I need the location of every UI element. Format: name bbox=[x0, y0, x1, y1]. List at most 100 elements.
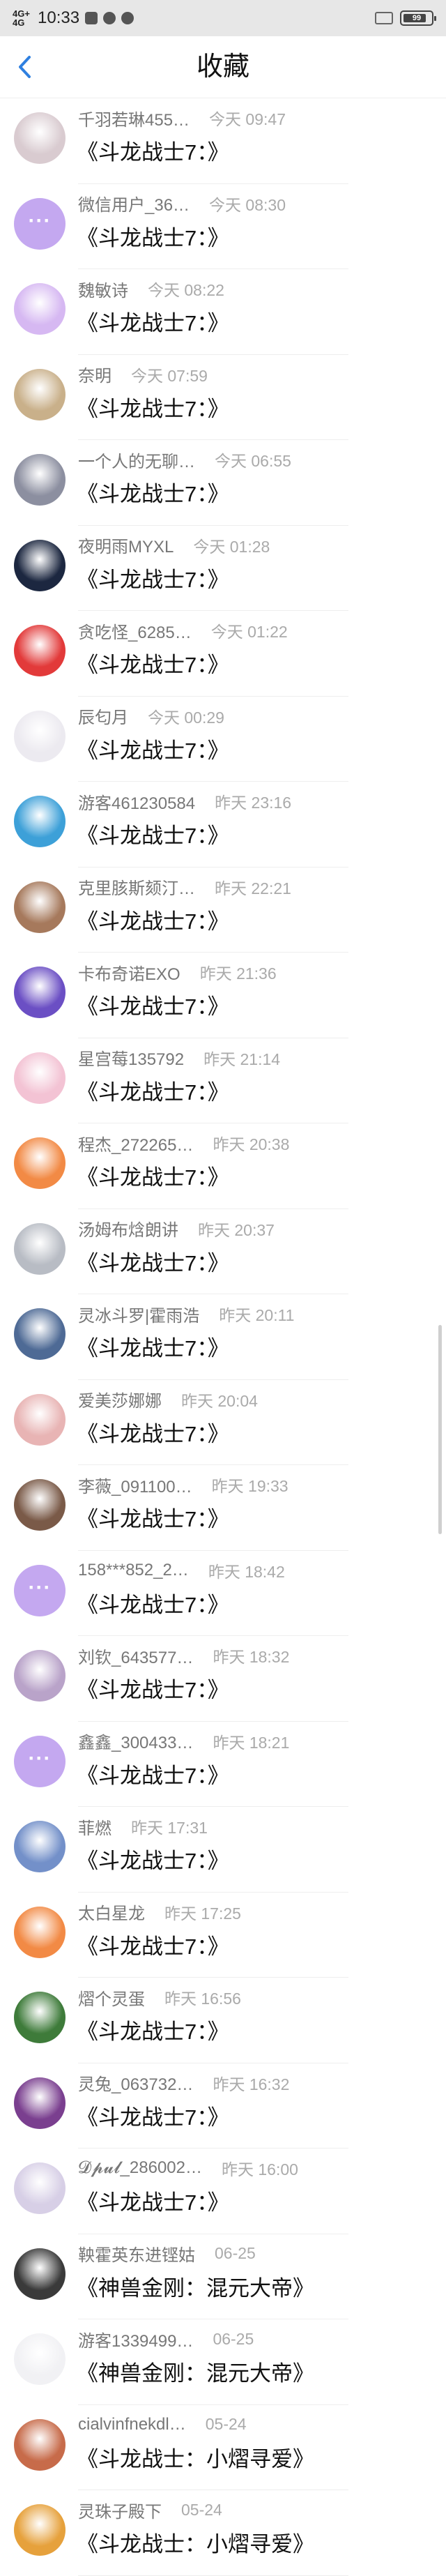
list-item[interactable]: 𝓓𝓹𝓾𝓵_286002… 昨天 16:00 《斗龙战士7：》 bbox=[0, 2149, 446, 2234]
favorite-title: 《斗龙战士7：》 bbox=[77, 482, 229, 506]
avatar[interactable] bbox=[14, 2504, 66, 2556]
favorite-title: 《斗龙战士7：》 bbox=[77, 1079, 229, 1105]
scrollbar[interactable] bbox=[438, 1325, 442, 1534]
list-item[interactable]: 汤姆布焓朗讲 昨天 20:37 《斗龙战士7：》 bbox=[0, 1209, 446, 1294]
avatar[interactable] bbox=[14, 454, 66, 506]
avatar[interactable] bbox=[14, 2162, 66, 2214]
chat-bubble-icon: ··· bbox=[28, 1746, 52, 1770]
avatar[interactable] bbox=[14, 625, 66, 676]
timestamp: 06-25 bbox=[215, 2244, 256, 2262]
user-name: 一个人的无聊… bbox=[78, 452, 195, 471]
avatar[interactable]: ··· bbox=[14, 1735, 66, 1787]
list-item[interactable]: 李薇_091100… 昨天 19:33 《斗龙战士7：》 bbox=[0, 1465, 446, 1551]
list-item[interactable]: 夜明雨MYXL 今天 01:28 《斗龙战士7：》 bbox=[0, 526, 446, 611]
avatar[interactable] bbox=[14, 796, 66, 847]
list-item[interactable]: 灵珠子殿下 05-24 《斗龙战士：小熠寻爱》 bbox=[0, 2490, 446, 2576]
timestamp: 昨天 18:42 bbox=[208, 1562, 285, 1581]
divider bbox=[78, 2575, 348, 2576]
avatar[interactable] bbox=[14, 283, 66, 335]
avatar[interactable] bbox=[14, 710, 66, 762]
timestamp: 昨天 17:25 bbox=[164, 1904, 241, 1923]
list-item[interactable]: 千羽若琳455… 今天 09:47 《斗龙战士7：》 bbox=[0, 98, 446, 184]
list-item[interactable]: 奈明 今天 07:59 《斗龙战士7：》 bbox=[0, 355, 446, 440]
list-item[interactable]: 程杰_272265… 昨天 20:38 《斗龙战士7：》 bbox=[0, 1123, 446, 1209]
avatar[interactable] bbox=[14, 1650, 66, 1702]
user-name: 微信用户_36… bbox=[78, 196, 190, 215]
list-item[interactable]: 菲燃 昨天 17:31 《斗龙战士7：》 bbox=[0, 1807, 446, 1893]
user-name: 奈明 bbox=[78, 367, 112, 386]
list-item[interactable]: 游客461230584 昨天 23:16 《斗龙战士7：》 bbox=[0, 782, 446, 867]
notification-icon bbox=[103, 12, 116, 24]
list-item[interactable]: cialvinfnekdl… 05-24 《斗龙战士：小熠寻爱》 bbox=[0, 2405, 446, 2490]
battery-percent: 99 bbox=[412, 14, 422, 22]
user-name: 爱美莎娜娜 bbox=[78, 1392, 162, 1411]
list-item[interactable]: 辰匂月 今天 00:29 《斗龙战士7：》 bbox=[0, 697, 446, 782]
user-name: 灵冰斗罗|霍雨浩 bbox=[78, 1306, 200, 1326]
user-name: 灵兔_063732… bbox=[78, 2075, 194, 2094]
user-name: 魏敏诗 bbox=[78, 281, 128, 301]
favorite-title: 《斗龙战士7：》 bbox=[77, 1250, 229, 1275]
list-item[interactable]: 太白星龙 昨天 17:25 《斗龙战士7：》 bbox=[0, 1893, 446, 1978]
avatar[interactable] bbox=[14, 1906, 66, 1958]
timestamp: 昨天 23:16 bbox=[215, 794, 292, 812]
favorite-title: 《斗龙战士7：》 bbox=[77, 1507, 229, 1531]
avatar[interactable] bbox=[14, 1308, 66, 1360]
list-item[interactable]: 刘钦_643577… 昨天 18:32 《斗龙战士7：》 bbox=[0, 1636, 446, 1722]
avatar[interactable]: ··· bbox=[14, 197, 66, 250]
favorite-title: 《斗龙战士7：》 bbox=[77, 1165, 229, 1190]
list-item[interactable]: 灵冰斗罗|霍雨浩 昨天 20:11 《斗龙战士7：》 bbox=[0, 1294, 446, 1380]
timestamp: 昨天 20:37 bbox=[198, 1220, 275, 1239]
list-item[interactable]: ··· 微信用户_36… 今天 08:30 《斗龙战士7：》 bbox=[0, 184, 446, 269]
timestamp: 05-24 bbox=[181, 2500, 222, 2519]
avatar[interactable] bbox=[14, 1052, 66, 1104]
avatar[interactable] bbox=[14, 1992, 66, 2043]
user-name: 游客461230584 bbox=[78, 794, 196, 813]
list-item[interactable]: 魏敏诗 今天 08:22 《斗龙战士7：》 bbox=[0, 269, 446, 355]
timestamp: 今天 08:30 bbox=[209, 195, 286, 214]
timestamp: 今天 00:29 bbox=[148, 708, 224, 727]
list-item[interactable]: 贪吃怪_6285… 今天 01:22 《斗龙战士7：》 bbox=[0, 611, 446, 697]
avatar[interactable] bbox=[14, 1137, 66, 1189]
favorite-title: 《斗龙战士7：》 bbox=[77, 1849, 229, 1873]
list-item[interactable]: 鞅霍英东进铿姑 06-25 《神兽金刚：混元大帝》 bbox=[0, 2234, 446, 2319]
timestamp: 05-24 bbox=[205, 2415, 247, 2433]
list-item[interactable]: 灵兔_063732… 昨天 16:32 《斗龙战士7：》 bbox=[0, 2063, 446, 2149]
avatar[interactable] bbox=[14, 1222, 66, 1275]
avatar[interactable] bbox=[14, 1479, 66, 1531]
timestamp: 昨天 22:21 bbox=[215, 879, 291, 897]
favorite-title: 《神兽金刚：混元大帝》 bbox=[77, 2275, 314, 2301]
user-name: 游客1339499… bbox=[78, 2331, 194, 2351]
timestamp: 昨天 16:56 bbox=[164, 1990, 241, 2008]
list-item[interactable]: 一个人的无聊… 今天 06:55 《斗龙战士7：》 bbox=[0, 440, 446, 526]
favorite-title: 《斗龙战士7：》 bbox=[77, 140, 229, 165]
avatar[interactable] bbox=[14, 1821, 66, 1872]
favorite-title: 《斗龙战士7：》 bbox=[77, 1336, 229, 1361]
list-item[interactable]: 熠个灵蛋 昨天 16:56 《斗龙战士7：》 bbox=[0, 1978, 446, 2063]
user-name: 克里胲斯颏汀… bbox=[78, 879, 195, 898]
avatar[interactable] bbox=[14, 2077, 66, 2129]
avatar[interactable] bbox=[14, 2418, 66, 2471]
user-name: 𝓓𝓹𝓾𝓵_286002… bbox=[78, 2158, 202, 2177]
avatar[interactable] bbox=[14, 2248, 66, 2300]
list-item[interactable]: 爱美莎娜娜 昨天 20:04 《斗龙战士7：》 bbox=[0, 1380, 446, 1465]
avatar[interactable] bbox=[14, 539, 66, 591]
avatar[interactable]: ··· bbox=[14, 1564, 66, 1616]
list-item[interactable]: 游客1339499… 06-25 《神兽金刚：混元大帝》 bbox=[0, 2319, 446, 2405]
favorite-title: 《斗龙战士7：》 bbox=[77, 1421, 229, 1446]
list-item[interactable]: 克里胲斯颏汀… 昨天 22:21 《斗龙战士7：》 bbox=[0, 867, 446, 953]
avatar[interactable] bbox=[14, 1393, 66, 1446]
user-name: 鑫鑫_300433… bbox=[78, 1734, 194, 1752]
avatar[interactable] bbox=[14, 2333, 66, 2385]
favorite-title: 《斗龙战士7：》 bbox=[77, 396, 229, 421]
list-item[interactable]: 星宫莓135792 昨天 21:14 《斗龙战士7：》 bbox=[0, 1038, 446, 1123]
avatar[interactable] bbox=[14, 368, 66, 421]
avatar[interactable] bbox=[14, 881, 66, 933]
list-item[interactable]: ··· 158***852_2… 昨天 18:42 《斗龙战士7：》 bbox=[0, 1551, 446, 1636]
chat-bubble-icon: ··· bbox=[28, 1575, 52, 1599]
avatar[interactable] bbox=[14, 112, 66, 164]
avatar[interactable] bbox=[14, 967, 66, 1018]
list-item[interactable]: 卡布奇诺EXO 昨天 21:36 《斗龙战士7：》 bbox=[0, 953, 446, 1038]
favorite-title: 《斗龙战士7：》 bbox=[77, 1592, 229, 1617]
list-item[interactable]: ··· 鑫鑫_300433… 昨天 18:21 《斗龙战士7：》 bbox=[0, 1722, 446, 1807]
timestamp: 今天 01:28 bbox=[193, 537, 270, 556]
